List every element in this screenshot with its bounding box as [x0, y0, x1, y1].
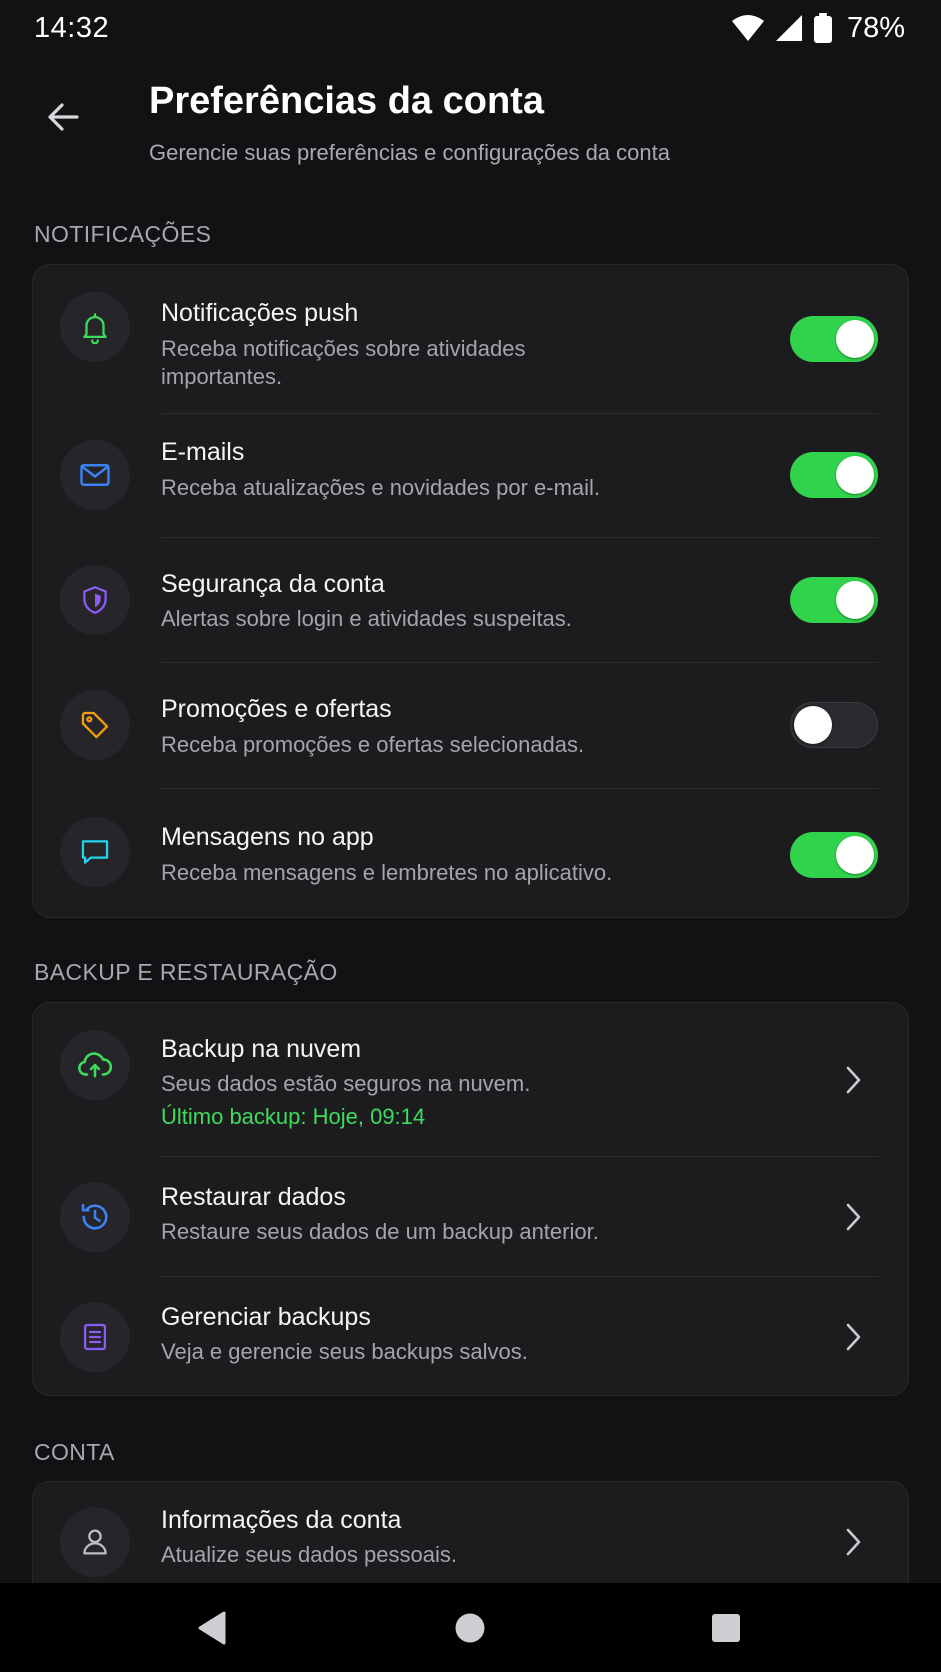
row-icon-container [60, 1507, 130, 1577]
row-icon-container [60, 440, 130, 510]
backup-description: Seus dados estão seguros na nuvem. [161, 1071, 531, 1096]
history-icon [81, 1203, 108, 1230]
row-icon-container [60, 565, 130, 635]
push-notifications-toggle[interactable] [790, 316, 878, 362]
promotions-toggle[interactable] [790, 702, 878, 748]
user-icon [83, 1529, 107, 1555]
system-navigation-bar [0, 1583, 941, 1672]
setting-row-emails: E-mails Receba atualizações e novidades … [33, 414, 908, 538]
backup-description: Restaure seus dados de um backup anterio… [161, 1219, 599, 1244]
backup-title: Gerenciar backups [161, 1303, 371, 1331]
arrow-left-icon [48, 103, 79, 131]
backup-title: Restaurar dados [161, 1183, 346, 1211]
status-time: 14:32 [34, 12, 110, 44]
setting-row-push-notifications: Notificações push Receba notificações so… [33, 265, 908, 414]
page-title: Preferências da conta [149, 80, 544, 122]
mail-icon [80, 464, 110, 486]
back-button[interactable] [34, 88, 92, 146]
setting-description: Alertas sobre login e atividades suspeit… [161, 606, 572, 631]
toggle-knob [836, 320, 874, 358]
account-title: Informações da conta [161, 1506, 402, 1534]
account-security-toggle[interactable] [790, 577, 878, 623]
row-icon-container [60, 1030, 130, 1100]
setting-title: E-mails [161, 438, 245, 466]
backup-card: Backup na nuvem Seus dados estão seguros… [32, 1002, 909, 1396]
document-icon [83, 1323, 107, 1351]
battery-icon [813, 13, 832, 43]
chevron-right-icon [838, 1060, 868, 1100]
nav-recents-button[interactable] [703, 1605, 749, 1651]
circle-home-icon [455, 1613, 485, 1643]
account-description: Atualize seus dados pessoais. [161, 1542, 457, 1567]
in-app-messages-toggle[interactable] [790, 832, 878, 878]
status-icons: 78% [731, 12, 905, 44]
cloud-upload-icon [78, 1052, 113, 1078]
account-preferences-screen: 14:32 78% Preferências da conta Gerencie… [0, 0, 941, 1672]
toggle-knob [836, 456, 874, 494]
setting-description: Receba promoções e ofertas selecionadas. [161, 732, 585, 757]
emails-toggle[interactable] [790, 452, 878, 498]
wifi-icon [731, 15, 764, 41]
shield-icon [83, 586, 107, 614]
setting-title: Mensagens no app [161, 823, 374, 851]
chevron-right-icon [838, 1317, 868, 1357]
row-icon-container [60, 1302, 130, 1372]
nav-home-button[interactable] [447, 1605, 493, 1651]
tag-icon [81, 711, 109, 739]
setting-row-account-security: Segurança da conta Alertas sobre login e… [33, 538, 908, 663]
setting-description: Receba mensagens e lembretes no aplicati… [161, 860, 613, 885]
row-icon-container [60, 817, 130, 887]
backup-description: Veja e gerencie seus backups salvos. [161, 1339, 528, 1364]
section-header-notifications: NOTIFICAÇÕES [34, 221, 212, 247]
backup-title: Backup na nuvem [161, 1035, 362, 1063]
setting-row-promotions: Promoções e ofertas Receba promoções e o… [33, 663, 908, 789]
section-header-account: CONTA [34, 1439, 115, 1465]
notifications-card: Notificações push Receba notificações so… [32, 264, 909, 918]
setting-row-in-app-messages: Mensagens no app Receba mensagens e lemb… [33, 789, 908, 917]
setting-title: Segurança da conta [161, 570, 385, 598]
status-bar: 14:32 78% [0, 0, 941, 56]
section-header-backup: BACKUP E RESTAURAÇÃO [34, 959, 338, 985]
chevron-right-icon [838, 1197, 868, 1237]
backup-row-manage[interactable]: Gerenciar backups Veja e gerencie seus b… [33, 1277, 908, 1395]
triangle-back-icon [198, 1611, 226, 1645]
nav-back-button[interactable] [189, 1605, 235, 1651]
row-icon-container [60, 1182, 130, 1252]
page-subtitle: Gerencie suas preferências e configuraçõ… [149, 140, 670, 165]
row-icon-container [60, 292, 130, 362]
setting-description: Receba notificações sobre atividades imp… [161, 336, 526, 389]
row-icon-container [60, 690, 130, 760]
signal-icon [775, 15, 802, 41]
setting-title: Notificações push [161, 299, 359, 327]
setting-title: Promoções e ofertas [161, 695, 392, 723]
battery-percentage: 78% [846, 11, 905, 44]
setting-description: Receba atualizações e novidades por e-ma… [161, 475, 601, 500]
chevron-right-icon [838, 1522, 868, 1562]
last-backup-status: Último backup: Hoje, 09:14 [161, 1104, 426, 1129]
bell-icon [83, 313, 107, 344]
backup-row-cloud[interactable]: Backup na nuvem Seus dados estão seguros… [33, 1003, 908, 1157]
message-icon [81, 840, 109, 864]
toggle-knob [794, 706, 832, 744]
toggle-knob [836, 581, 874, 619]
toggle-knob [836, 836, 874, 874]
backup-row-restore[interactable]: Restaurar dados Restaure seus dados de u… [33, 1157, 908, 1277]
square-recents-icon [712, 1614, 740, 1642]
